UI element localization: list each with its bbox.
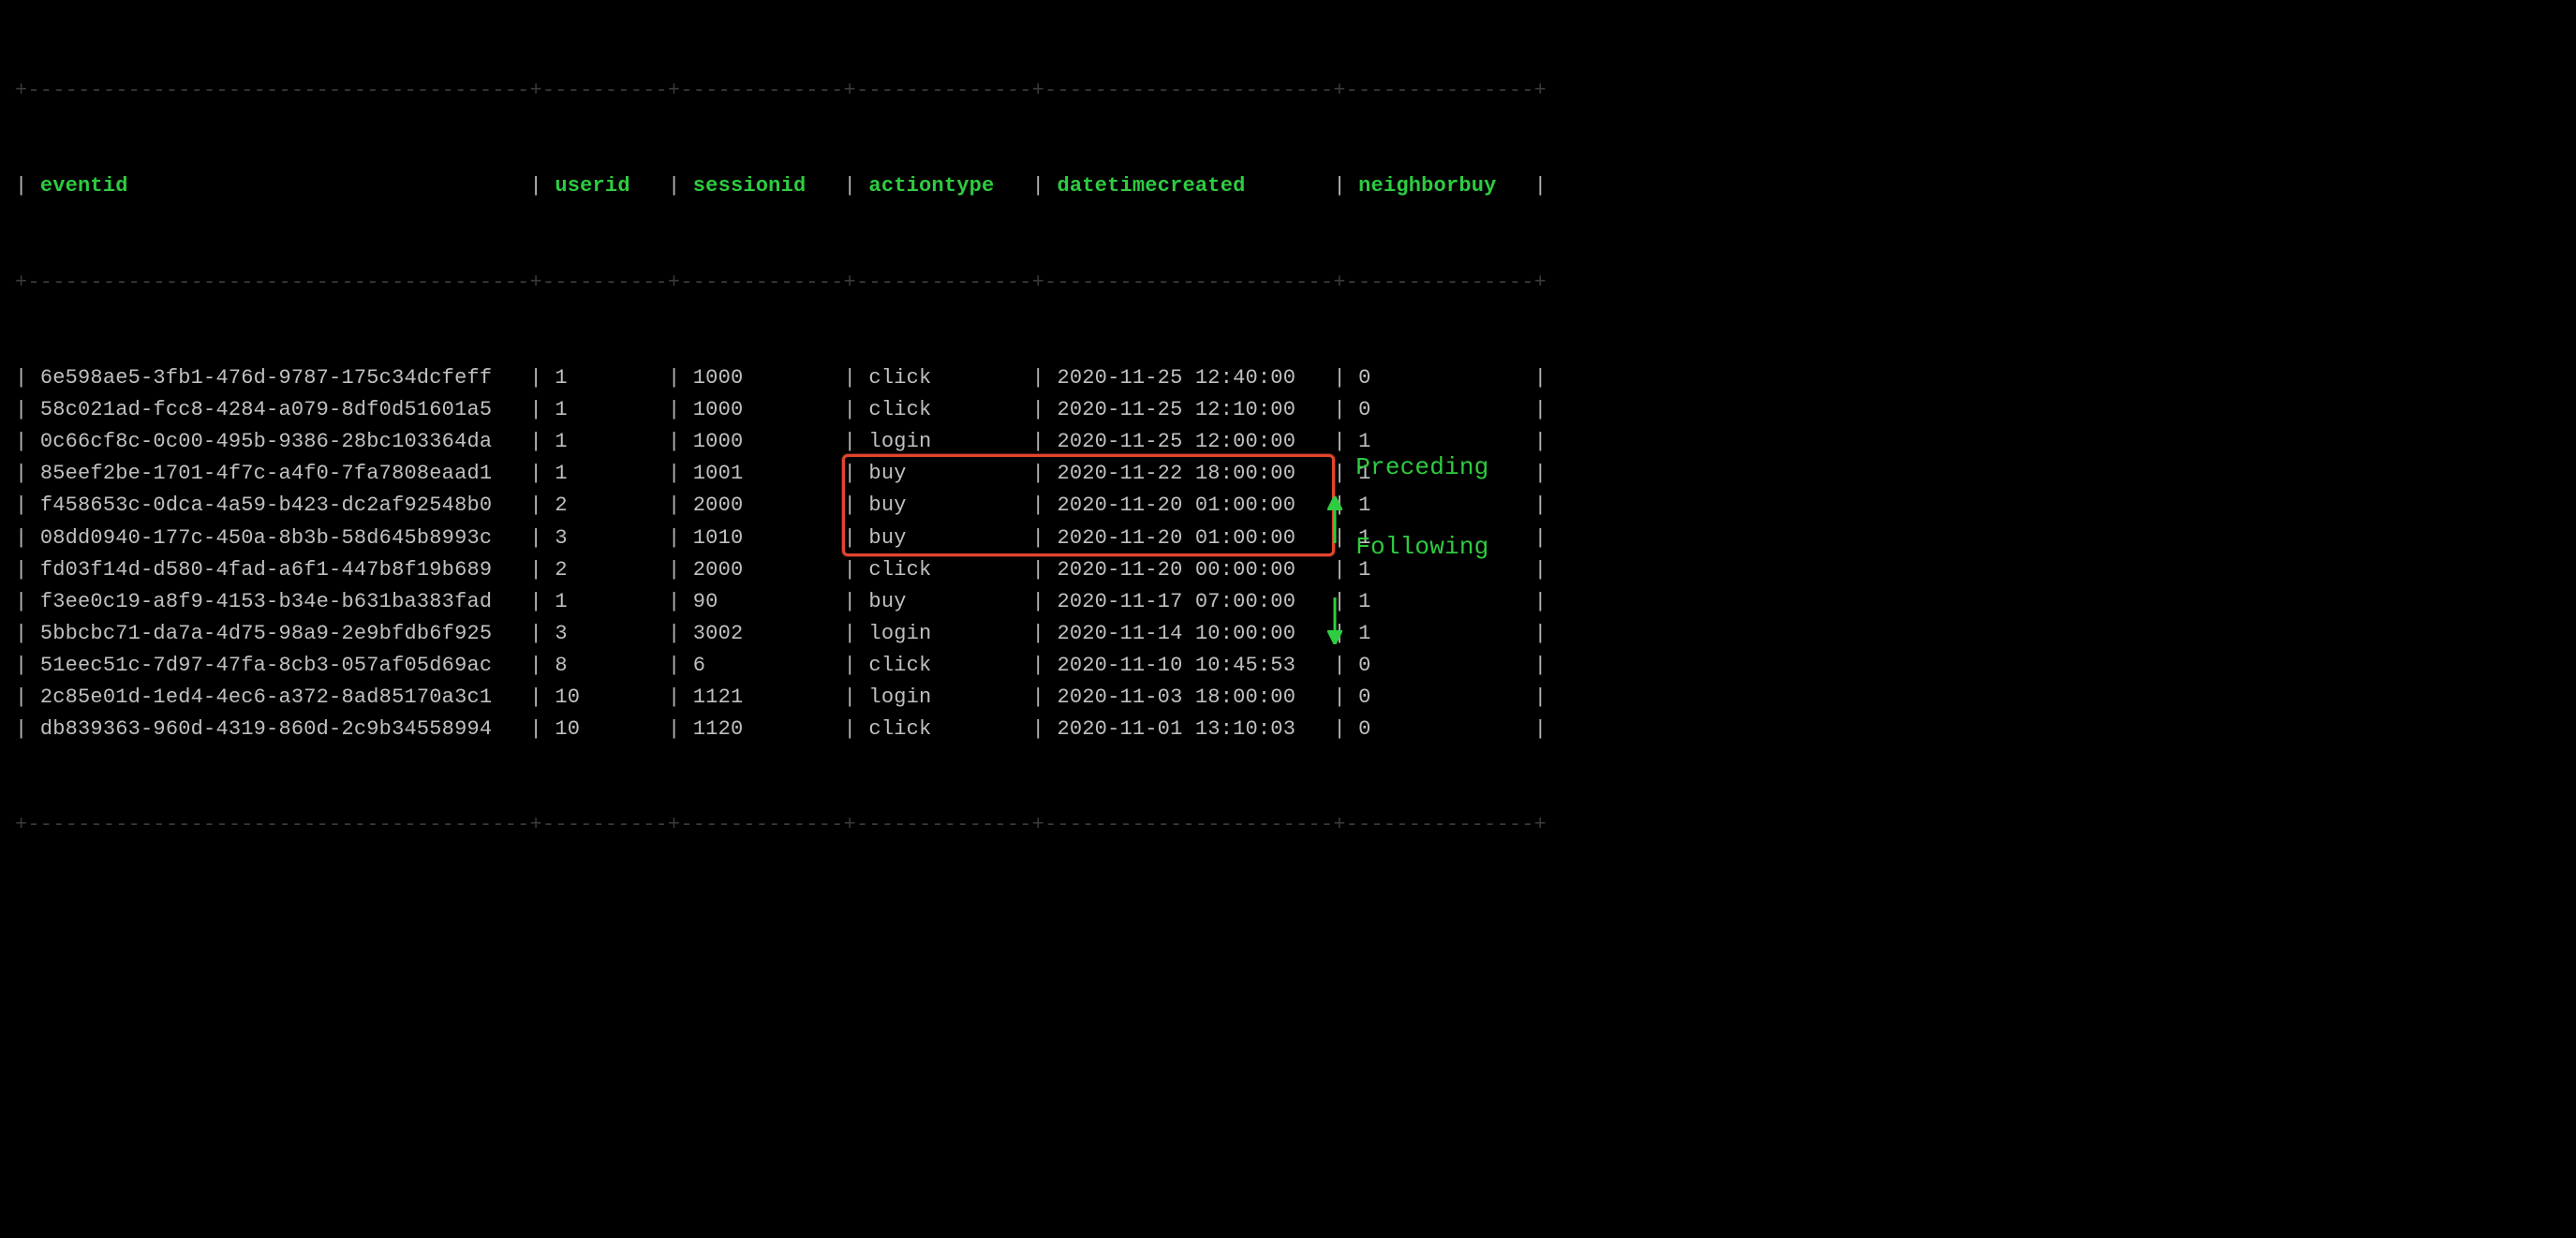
table-row: | 85eef2be-1701-4f7c-a4f0-7fa7808eaad1 |… [15,458,2561,490]
cell-actiontype: buy [868,590,1019,613]
cell-sessionid: 1001 [693,462,831,485]
table-header-row: | eventid | userid | sessionid | actiont… [15,170,2561,202]
cell-datetimecreated: 2020-11-10 10:45:53 [1057,654,1320,677]
col-header-actiontype: actiontype [868,174,1019,198]
cell-actiontype: login [868,430,1019,453]
cell-actiontype: buy [868,494,1019,517]
cell-actiontype: click [868,717,1019,741]
cell-neighborbuy: 1 [1358,462,1521,485]
cell-eventid: 2c85e01d-1ed4-4ec6-a372-8ad85170a3c1 [40,685,517,709]
cell-userid: 1 [555,430,655,453]
cell-datetimecreated: 2020-11-01 13:10:03 [1057,717,1320,741]
cell-eventid: 5bbcbc71-da7a-4d75-98a9-2e9bfdb6f925 [40,622,517,645]
table-border-top: +---------------------------------------… [15,75,2561,107]
cell-sessionid: 90 [693,590,831,613]
cell-datetimecreated: 2020-11-20 00:00:00 [1057,558,1320,582]
cell-datetimecreated: 2020-11-03 18:00:00 [1057,685,1320,709]
cell-eventid: db839363-960d-4319-860d-2c9b34558994 [40,717,517,741]
cell-actiontype: click [868,654,1019,677]
cell-userid: 1 [555,462,655,485]
cell-userid: 10 [555,685,655,709]
table-row: | 08dd0940-177c-450a-8b3b-58d645b8993c |… [15,523,2561,554]
cell-datetimecreated: 2020-11-25 12:10:00 [1057,398,1320,421]
cell-neighborbuy: 0 [1358,717,1521,741]
table-row: | 6e598ae5-3fb1-476d-9787-175c34dcfeff |… [15,362,2561,394]
cell-datetimecreated: 2020-11-14 10:00:00 [1057,622,1320,645]
cell-eventid: 6e598ae5-3fb1-476d-9787-175c34dcfeff [40,366,517,390]
table-row: | 58c021ad-fcc8-4284-a079-8df0d51601a5 |… [15,394,2561,426]
cell-actiontype: buy [868,526,1019,550]
cell-sessionid: 3002 [693,622,831,645]
cell-userid: 3 [555,526,655,550]
table-border-header: +---------------------------------------… [15,267,2561,299]
cell-eventid: 58c021ad-fcc8-4284-a079-8df0d51601a5 [40,398,517,421]
cell-neighborbuy: 0 [1358,398,1521,421]
cell-userid: 3 [555,622,655,645]
cell-userid: 1 [555,366,655,390]
cell-userid: 2 [555,494,655,517]
cell-userid: 1 [555,590,655,613]
col-header-neighborbuy: neighborbuy [1358,174,1521,198]
cell-datetimecreated: 2020-11-25 12:00:00 [1057,430,1320,453]
cell-datetimecreated: 2020-11-25 12:40:00 [1057,366,1320,390]
table-row: | f458653c-0dca-4a59-b423-dc2af92548b0 |… [15,490,2561,522]
col-header-eventid: eventid [40,174,517,198]
cell-sessionid: 1000 [693,366,831,390]
cell-datetimecreated: 2020-11-20 01:00:00 [1057,494,1320,517]
cell-actiontype: click [868,558,1019,582]
cell-neighborbuy: 1 [1358,526,1521,550]
cell-sessionid: 1120 [693,717,831,741]
cell-eventid: f3ee0c19-a8f9-4153-b34e-b631ba383fad [40,590,517,613]
cell-userid: 8 [555,654,655,677]
col-header-sessionid: sessionid [693,174,831,198]
cell-neighborbuy: 0 [1358,685,1521,709]
cell-sessionid: 2000 [693,494,831,517]
cell-userid: 1 [555,398,655,421]
cell-datetimecreated: 2020-11-17 07:00:00 [1057,590,1320,613]
table-row: | 51eec51c-7d97-47fa-8cb3-057af05d69ac |… [15,650,2561,682]
col-header-userid: userid [555,174,655,198]
cell-actiontype: buy [868,462,1019,485]
cell-eventid: fd03f14d-d580-4fad-a6f1-447b8f19b689 [40,558,517,582]
cell-eventid: f458653c-0dca-4a59-b423-dc2af92548b0 [40,494,517,517]
cell-sessionid: 2000 [693,558,831,582]
cell-datetimecreated: 2020-11-22 18:00:00 [1057,462,1320,485]
cell-neighborbuy: 1 [1358,590,1521,613]
cell-sessionid: 1000 [693,430,831,453]
cell-eventid: 08dd0940-177c-450a-8b3b-58d645b8993c [40,526,517,550]
table-row: | 5bbcbc71-da7a-4d75-98a9-2e9bfdb6f925 |… [15,618,2561,650]
cell-actiontype: click [868,366,1019,390]
cell-actiontype: login [868,622,1019,645]
cell-sessionid: 6 [693,654,831,677]
cell-actiontype: click [868,398,1019,421]
cell-userid: 2 [555,558,655,582]
table-row: | 0c66cf8c-0c00-495b-9386-28bc103364da |… [15,426,2561,458]
table-row: | fd03f14d-d580-4fad-a6f1-447b8f19b689 |… [15,554,2561,586]
cell-neighborbuy: 1 [1358,558,1521,582]
table-row: | 2c85e01d-1ed4-4ec6-a372-8ad85170a3c1 |… [15,682,2561,714]
cell-eventid: 85eef2be-1701-4f7c-a4f0-7fa7808eaad1 [40,462,517,485]
cell-eventid: 0c66cf8c-0c00-495b-9386-28bc103364da [40,430,517,453]
cell-userid: 10 [555,717,655,741]
cell-neighborbuy: 1 [1358,430,1521,453]
table-border-bottom: +---------------------------------------… [15,809,2561,841]
table-row: | db839363-960d-4319-860d-2c9b34558994 |… [15,714,2561,745]
cell-sessionid: 1010 [693,526,831,550]
cell-neighborbuy: 0 [1358,654,1521,677]
table-row: | f3ee0c19-a8f9-4153-b34e-b631ba383fad |… [15,586,2561,618]
cell-datetimecreated: 2020-11-20 01:00:00 [1057,526,1320,550]
cell-sessionid: 1000 [693,398,831,421]
cell-actiontype: login [868,685,1019,709]
cell-eventid: 51eec51c-7d97-47fa-8cb3-057af05d69ac [40,654,517,677]
cell-neighborbuy: 1 [1358,494,1521,517]
cell-neighborbuy: 1 [1358,622,1521,645]
col-header-datetimecreated: datetimecreated [1057,174,1320,198]
cell-sessionid: 1121 [693,685,831,709]
cell-neighborbuy: 0 [1358,366,1521,390]
